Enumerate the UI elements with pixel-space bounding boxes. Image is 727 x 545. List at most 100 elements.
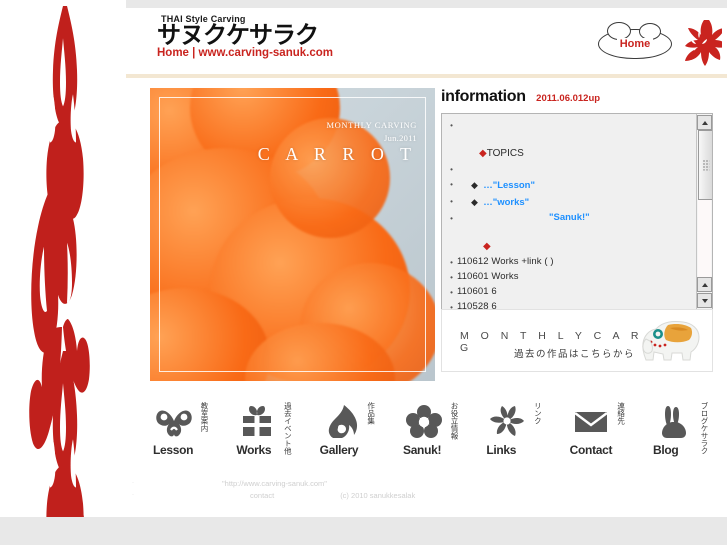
information-row-text: 110601 6 — [457, 286, 497, 298]
nav-item-vertical-label: リンク — [533, 402, 543, 425]
nav-item-label: Works — [236, 443, 272, 457]
envelope-icon — [571, 403, 611, 439]
information-row[interactable]: • ◆ …"Lesson" — [446, 177, 696, 194]
site-header: THAI Style Carving サヌクケサラク Home | www.ca… — [126, 8, 727, 74]
pinwheel-icon — [487, 403, 527, 439]
nav-item-works[interactable]: 過去イベント他 Works — [233, 398, 294, 460]
information-row: • — [446, 162, 696, 177]
lotus-vine-pattern-icon — [29, 6, 90, 517]
footer-bullet: · — [132, 480, 134, 487]
poster-date-label: Jun.2011 — [383, 133, 417, 143]
scroll-up-button-bottom[interactable] — [697, 277, 712, 292]
nav-item-vertical-label: ブログケサラク — [699, 402, 709, 455]
poster-monthly-label: MONTHLY CARVING — [326, 120, 417, 130]
nav-item-label: Blog — [652, 443, 679, 457]
nav-item-gallery[interactable]: 作品集 Gallery — [316, 398, 377, 460]
information-row: • 110601 Works — [446, 270, 696, 285]
nav-item-label: Gallery — [319, 443, 359, 457]
poster-title: C A R R O T — [257, 144, 417, 164]
information-row-text: ◆ — [483, 241, 491, 253]
information-list: • ◆TOPICS • • ◆ …"Lesson" • ◆ …"works" • "Sanuk!… — [442, 114, 696, 310]
nav-item-lesson[interactable]: 教室案内 Lesson — [150, 398, 210, 460]
information-section: information 2011.06.012up • ◆TOPICS • • ◆ …"… — [441, 88, 713, 311]
list-bullet-icon: • — [450, 288, 453, 298]
flame-swirl-icon — [321, 403, 361, 439]
main-navigation: 教室案内 Lesson 過去イベント他 Works 作品集 Gallery お役立情報 San… — [150, 398, 710, 464]
information-link[interactable]: …"Lesson" — [483, 180, 535, 191]
footer-row-1: · "http://www.carving-sanuk.com" — [126, 478, 727, 490]
scrollbar-track[interactable] — [698, 200, 711, 278]
main-content-panel: MONTHLY CARVING Jun.2011 C A R R O T inf… — [126, 78, 727, 517]
footer-bullet-2: · — [132, 492, 134, 499]
nav-item-blog[interactable]: ブログケサラク Blog — [649, 398, 710, 460]
footer-url: "http://www.carving-sanuk.com" — [222, 479, 327, 488]
information-row: ◆ — [446, 239, 696, 255]
site-logotype: サヌクケサラク — [157, 21, 319, 49]
list-bullet-icon: • — [450, 164, 453, 174]
information-row-text: 110601 Works — [457, 270, 519, 282]
list-bullet-icon: • — [450, 196, 453, 206]
information-header: information 2011.06.012up — [441, 88, 713, 108]
scrollbar-bottom-buttons[interactable] — [697, 276, 712, 309]
red-rabbit-mascot-icon — [685, 20, 722, 66]
rabbit-icon — [654, 403, 694, 439]
nav-item-vertical-label: 連絡先 — [616, 402, 626, 425]
nav-item-links[interactable]: リンク Links — [483, 398, 544, 460]
information-row-text: ◆TOPICS — [479, 148, 524, 160]
information-row: • — [446, 118, 696, 133]
nav-item-vertical-label: 教室案内 — [200, 402, 209, 432]
information-link[interactable]: "Sanuk!" — [549, 212, 590, 223]
nav-item-label: Contact — [569, 443, 613, 457]
flower-icon — [404, 403, 444, 439]
information-link[interactable]: …"works" — [483, 197, 529, 208]
nav-item-label: Lesson — [153, 443, 194, 457]
black-diamond-icon: ◆ — [471, 179, 478, 190]
white-elephant-figurine-icon — [642, 321, 700, 361]
black-diamond-icon: ◆ — [471, 196, 478, 207]
information-row-text: "Sanuk!" — [457, 211, 696, 226]
list-bullet-icon: • — [450, 257, 453, 267]
information-scrollbar[interactable] — [696, 114, 712, 310]
information-row — [446, 226, 696, 239]
monthly-carving-poster[interactable]: MONTHLY CARVING Jun.2011 C A R R O T — [150, 88, 435, 381]
nav-item-contact[interactable]: 連絡先 Contact — [566, 398, 627, 460]
information-update-date: 2011.06.012up — [536, 93, 601, 104]
information-row[interactable]: • "Sanuk!" — [446, 211, 696, 226]
red-diamond-icon: ◆ — [479, 148, 487, 160]
list-bullet-icon: • — [450, 272, 453, 282]
scrollbar-thumb[interactable] — [698, 130, 712, 200]
site-home-line: Home | www.carving-sanuk.com — [157, 47, 333, 60]
information-row-text: ◆ …"Lesson" — [457, 177, 696, 194]
scroll-down-button[interactable] — [697, 293, 712, 308]
information-row-text: ◆ …"works" — [457, 194, 696, 211]
banner-title-jp: 過去の作品はこちらから — [514, 349, 636, 360]
home-button-label: Home — [616, 38, 654, 50]
list-bullet-icon: • — [450, 179, 453, 189]
footer-row-2: · contact (c) 2010 sanukkesalak — [126, 490, 727, 502]
footer-contact: contact — [250, 491, 275, 500]
information-scroll-box[interactable]: • ◆TOPICS • • ◆ …"Lesson" • ◆ …"works" • "Sanuk!… — [441, 113, 713, 311]
brand-block: THAI Style Carving サヌクケサラク Home | www.ca… — [157, 14, 333, 59]
scroll-up-button[interactable] — [697, 115, 712, 130]
information-row: • 110612 Works +link ( ) — [446, 255, 696, 270]
monthly-carving-banner[interactable]: M O N T H L Y C A R V I N G 過去の作品はこちらから — [441, 309, 713, 372]
gift-box-icon — [237, 403, 277, 439]
list-bullet-icon: • — [450, 121, 453, 130]
butterfly-icon — [154, 403, 194, 439]
information-row[interactable]: • ◆ …"works" — [446, 194, 696, 211]
information-row: • 110601 6 — [446, 285, 696, 300]
information-heading: information — [441, 88, 526, 105]
left-decorative-border — [0, 0, 126, 517]
nav-item-label: Links — [486, 443, 517, 457]
footer-copyright: (c) 2010 sanukkesalak — [340, 491, 416, 500]
information-row-text: 110612 Works +link ( ) — [457, 255, 554, 267]
list-bullet-icon: • — [450, 214, 453, 224]
information-row: ◆TOPICS — [446, 146, 696, 162]
home-button[interactable]: Home — [598, 22, 672, 59]
site-footer: · "http://www.carving-sanuk.com" · conta… — [126, 478, 727, 512]
information-row — [446, 133, 696, 146]
nav-item-vertical-label: 過去イベント他 — [283, 402, 293, 455]
nav-item-label: Sanuk! — [402, 443, 442, 457]
nav-item-sanuk[interactable]: お役立情報 Sanuk! — [399, 398, 460, 460]
nav-item-vertical-label: お役立情報 — [449, 402, 459, 440]
